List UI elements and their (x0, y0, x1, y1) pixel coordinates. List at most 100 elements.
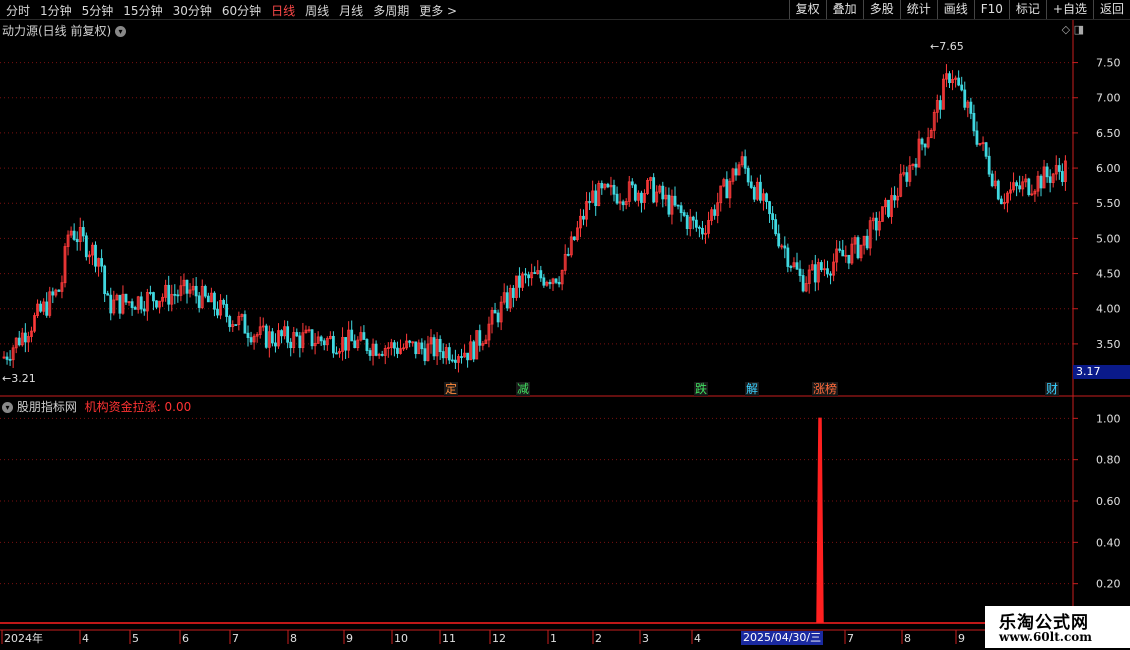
candle-body (777, 233, 781, 247)
candle-body (39, 303, 42, 312)
candle-body (957, 77, 961, 86)
candle-body (969, 101, 973, 114)
candle-body (676, 204, 680, 207)
chart-title-text: 动力源(日线 前复权) (2, 24, 112, 38)
candle-body (423, 348, 427, 362)
candle-body (511, 287, 515, 298)
date-tick-label: 11 (442, 632, 456, 645)
candle-body (975, 130, 979, 145)
indicator-tick-label: 1.00 (1096, 412, 1121, 425)
candle-body (798, 268, 802, 276)
diamond-icon[interactable]: ◇ (1062, 23, 1070, 36)
candle-body (322, 340, 326, 346)
candle-body (148, 292, 152, 294)
candle-body (228, 316, 232, 328)
candle-body (829, 273, 832, 276)
candle-body (298, 335, 302, 349)
candle-body (694, 219, 698, 228)
date-tick-label: 9 (346, 632, 353, 645)
candle-body (106, 293, 110, 296)
candle-body (938, 100, 942, 110)
candle-body (557, 281, 561, 285)
latest-price-box: 3.17 (1073, 365, 1130, 379)
date-tick-label: 8 (904, 632, 911, 645)
candle-body (447, 347, 451, 361)
candle-body (1018, 185, 1022, 190)
candle-body (51, 291, 55, 296)
candle-body (518, 275, 521, 288)
date-tick-label: 1 (550, 632, 557, 645)
indicator-value-label: 机构资金拉涨: 0.00 (84, 400, 192, 414)
candle-body (698, 226, 701, 229)
candle-body (759, 181, 762, 201)
candle-body (838, 248, 842, 251)
candle-body (8, 358, 12, 361)
watermark-logo: 乐淘公式网 www.60lt.com (985, 606, 1130, 648)
candle-body (335, 352, 338, 355)
candle-body (679, 205, 683, 214)
candle-body (246, 332, 250, 338)
candle-body (774, 219, 778, 235)
candle-body (630, 181, 634, 186)
stock-chart[interactable]: 7.50 7.00 6.50 6.00 5.50 5.00 4.50 4.00 3.50 ←7.6… (0, 0, 1130, 650)
price-tick-label: 6.00 (1096, 162, 1121, 175)
candle-body (1048, 176, 1052, 183)
candle-body (999, 198, 1003, 205)
candle-body (414, 341, 418, 355)
candle-body (789, 266, 793, 268)
candle-body (173, 293, 177, 296)
indicator-name[interactable]: 股朋指标网 (17, 400, 77, 414)
candle-body (249, 337, 253, 343)
candle-body (1039, 175, 1043, 189)
candle-body (874, 217, 878, 231)
event-tag: 解 (746, 382, 758, 396)
candle-body (118, 294, 122, 314)
candle-body (100, 258, 103, 267)
candle-body (743, 156, 747, 169)
candle-body (243, 314, 247, 334)
candle-body (771, 213, 774, 220)
candle-body (652, 177, 656, 203)
candle-body (478, 330, 482, 346)
candle-body (865, 235, 869, 249)
candle-body (57, 289, 61, 292)
candle-body (438, 338, 442, 353)
date-tick-label: 3 (642, 632, 649, 645)
indicator-chevron-icon[interactable]: ▾ (2, 402, 13, 413)
indicator-spike (816, 417, 824, 624)
dropdown-chevron-icon[interactable]: ▾ (115, 26, 127, 37)
candle-body (920, 138, 924, 145)
candle-body (1057, 165, 1061, 172)
candle-body (990, 173, 994, 187)
candle-body (466, 352, 470, 361)
price-tick-label: 3.50 (1096, 338, 1121, 351)
candle-body (621, 201, 625, 206)
candle-body (496, 312, 500, 323)
candle-body (362, 332, 366, 340)
candle-body (566, 253, 570, 256)
date-tick-label: 6 (182, 632, 189, 645)
candle-body (948, 73, 951, 84)
candle-body (203, 286, 207, 297)
candle-body (582, 215, 585, 220)
candle-body (701, 227, 704, 235)
candle-body (1027, 178, 1031, 196)
candle-body (923, 143, 927, 148)
candle-body (17, 337, 21, 346)
candle-body (84, 235, 88, 258)
candle-body (673, 195, 677, 206)
candle-body (606, 183, 610, 188)
candle-body (713, 209, 717, 216)
date-tick-label: 2 (595, 632, 602, 645)
candle-body (450, 359, 454, 362)
candle-body (594, 190, 598, 207)
candle-body (453, 359, 457, 363)
candle-body (142, 308, 146, 312)
price-tick-label: 7.50 (1096, 57, 1121, 70)
candle-body (72, 230, 76, 240)
candle-body (344, 337, 348, 351)
window-toggle-icon[interactable]: ◨ (1074, 23, 1084, 36)
date-tick-label: 7 (847, 632, 854, 645)
candle-body (505, 292, 509, 309)
candle-body (319, 336, 323, 342)
